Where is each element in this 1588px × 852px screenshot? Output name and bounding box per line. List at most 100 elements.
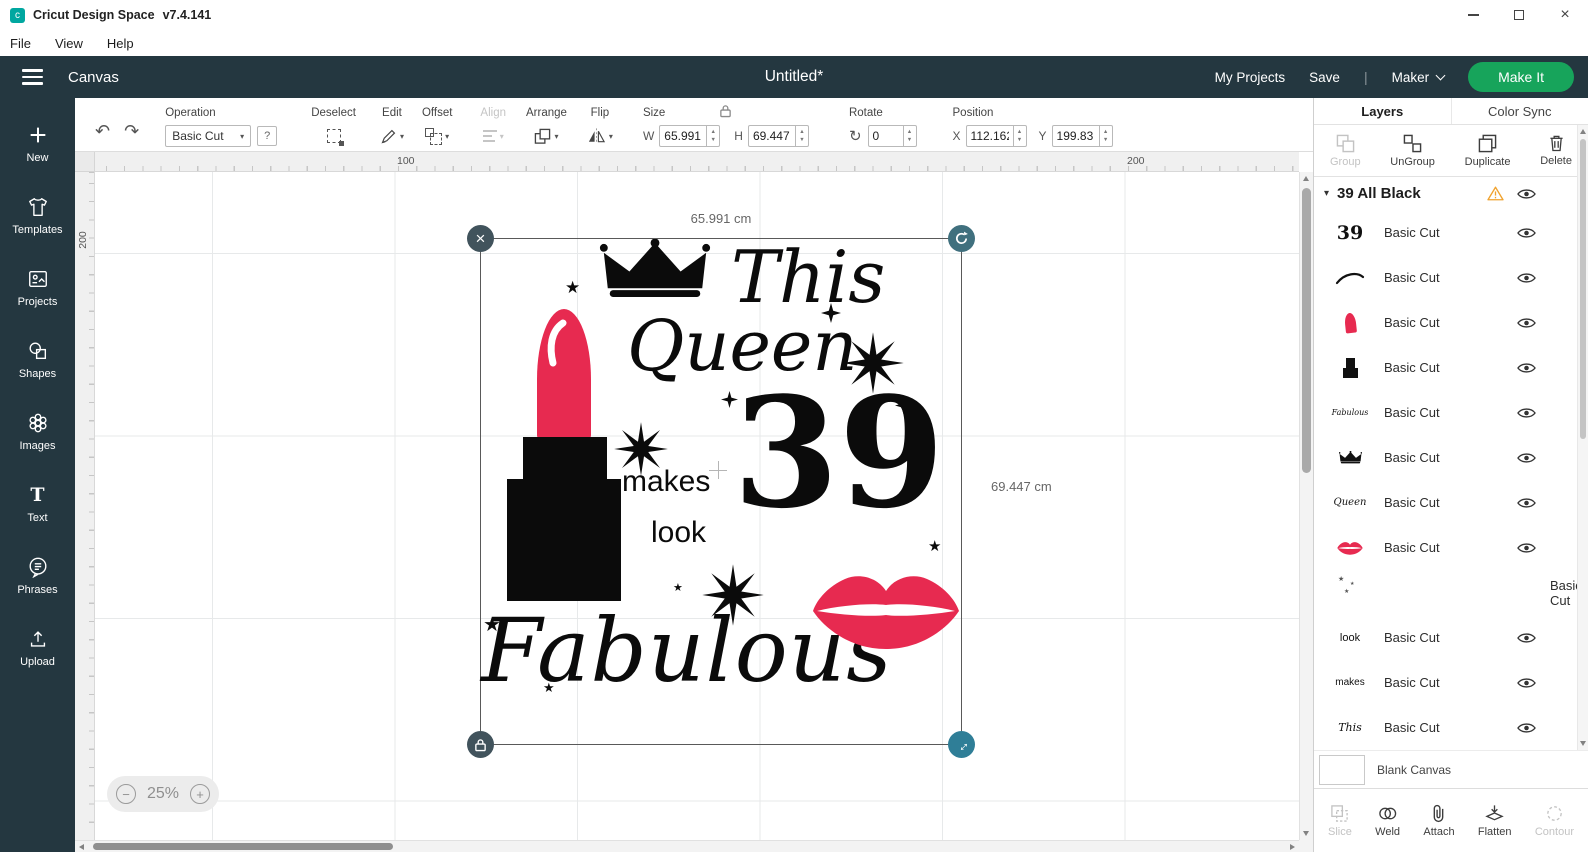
undo-button[interactable]: ↶ (95, 121, 110, 142)
visibility-eye-icon[interactable] (1517, 677, 1536, 689)
width-stepper[interactable]: ▲ ▼ (707, 125, 721, 147)
layer-row[interactable]: Queen Basic Cut (1314, 480, 1588, 525)
lock-icon[interactable] (719, 104, 732, 118)
layer-row[interactable]: Basic Cut (1314, 525, 1588, 570)
sidebar-item-shapes[interactable]: Shapes (0, 324, 75, 396)
layer-row[interactable]: makes Basic Cut (1314, 660, 1588, 705)
offset-button[interactable]: Offset ▾ (422, 107, 452, 147)
blank-canvas-row[interactable]: Blank Canvas (1314, 750, 1588, 788)
zoom-in-button[interactable]: + (190, 784, 210, 804)
layer-thumbnail-39: 39 (1336, 221, 1364, 244)
rotate-input[interactable] (867, 125, 904, 147)
visibility-eye-icon[interactable] (1517, 227, 1536, 239)
layer-thumbnail-makes: makes (1335, 677, 1365, 688)
help-button[interactable]: ? (257, 126, 278, 146)
save-link[interactable]: Save (1309, 70, 1340, 85)
deselect-button[interactable]: Deselect (311, 107, 356, 147)
layer-row[interactable]: 39 Basic Cut (1314, 210, 1588, 255)
height-input[interactable] (747, 125, 796, 147)
make-it-button[interactable]: Make It (1468, 62, 1574, 92)
visibility-eye-icon[interactable] (1517, 542, 1536, 554)
lock-handle[interactable] (467, 731, 494, 758)
menu-file[interactable]: File (10, 36, 31, 51)
layer-row[interactable]: Basic Cut (1314, 345, 1588, 390)
delete-handle[interactable]: × (467, 225, 494, 252)
layer-row[interactable]: ★ ★ ★ Basic Cut (1314, 570, 1588, 615)
visibility-eye-icon[interactable] (1517, 722, 1536, 734)
position-y-stepper[interactable]: ▲ ▼ (1099, 125, 1113, 147)
flatten-button[interactable]: Flatten (1478, 804, 1512, 838)
scroll-left-icon[interactable] (79, 843, 84, 850)
zoom-out-button[interactable]: − (116, 784, 136, 804)
sidebar-item-text[interactable]: T Text (0, 468, 75, 540)
visibility-eye-icon[interactable] (1517, 497, 1536, 509)
visibility-eye-icon[interactable] (1517, 188, 1536, 200)
panel-scroll-thumb[interactable] (1580, 139, 1586, 439)
minimize-button[interactable] (1450, 0, 1496, 30)
ungroup-button[interactable]: UnGroup (1390, 134, 1435, 168)
sidebar-item-upload[interactable]: Upload (0, 612, 75, 684)
close-button[interactable]: × (1542, 0, 1588, 30)
layer-row[interactable]: Basic Cut (1314, 300, 1588, 345)
sidebar-item-templates[interactable]: Templates (0, 180, 75, 252)
edit-button[interactable]: Edit ▾ (380, 107, 404, 147)
visibility-eye-icon[interactable] (1517, 452, 1536, 464)
layer-row[interactable]: This Basic Cut (1314, 705, 1588, 750)
warning-icon[interactable] (1487, 186, 1504, 201)
scroll-right-icon[interactable] (1290, 843, 1295, 850)
flip-button[interactable]: Flip ▾ (587, 107, 613, 147)
position-y-input[interactable] (1051, 125, 1100, 147)
horizontal-scrollbar[interactable] (75, 840, 1299, 852)
scroll-up-icon[interactable] (1303, 176, 1309, 181)
position-x-stepper[interactable]: ▲ ▼ (1013, 125, 1027, 147)
panel-scrollbar[interactable] (1577, 125, 1588, 750)
selection-bounding-box[interactable]: 65.991 cm 69.447 cm ★ ★ ★ ★ ★ This Queen… (467, 211, 1052, 758)
sidebar-item-projects[interactable]: Projects (0, 252, 75, 324)
operation-select[interactable]: Basic Cut ▾ (165, 125, 252, 147)
vertical-scrollbar[interactable] (1299, 172, 1313, 840)
rotate-stepper[interactable]: ▲ ▼ (903, 125, 917, 147)
sidebar-item-images[interactable]: Images (0, 396, 75, 468)
vertical-scroll-thumb[interactable] (1302, 188, 1311, 473)
group-icon (1336, 134, 1355, 152)
scroll-up-icon[interactable] (1580, 129, 1586, 134)
tab-layers[interactable]: Layers (1314, 98, 1451, 124)
my-projects-link[interactable]: My Projects (1215, 70, 1286, 85)
visibility-eye-icon[interactable] (1517, 317, 1536, 329)
collapse-caret-icon[interactable]: ▾ (1324, 188, 1329, 199)
scroll-down-icon[interactable] (1580, 741, 1586, 746)
scroll-down-icon[interactable] (1303, 831, 1309, 836)
menu-view[interactable]: View (55, 36, 83, 51)
visibility-eye-icon[interactable] (1517, 272, 1536, 284)
duplicate-button[interactable]: Duplicate (1465, 134, 1510, 168)
height-stepper[interactable]: ▲ ▼ (795, 125, 809, 147)
layer-row[interactable]: Basic Cut (1314, 255, 1588, 300)
layer-row[interactable]: look Basic Cut (1314, 615, 1588, 660)
ungroup-icon (1403, 134, 1422, 152)
maximize-button[interactable] (1496, 0, 1542, 30)
visibility-eye-icon[interactable] (1517, 362, 1536, 374)
canvas-color-swatch[interactable] (1319, 754, 1365, 785)
menu-help[interactable]: Help (107, 36, 134, 51)
tab-color-sync[interactable]: Color Sync (1450, 98, 1588, 124)
rotate-handle[interactable] (948, 225, 975, 252)
sidebar-item-phrases[interactable]: Phrases (0, 540, 75, 612)
layer-row[interactable]: Basic Cut (1314, 435, 1588, 480)
visibility-eye-icon[interactable] (1517, 407, 1536, 419)
visibility-eye-icon[interactable] (1517, 632, 1536, 644)
resize-handle[interactable]: ↔ (948, 731, 975, 758)
arrange-button[interactable]: Arrange ▾ (526, 107, 567, 147)
horizontal-scroll-thumb[interactable] (93, 843, 393, 850)
delete-button[interactable]: Delete (1540, 134, 1572, 167)
redo-button[interactable]: ↷ (124, 121, 139, 142)
layer-group-header[interactable]: ▾ 39 All Black (1314, 177, 1588, 210)
machine-select[interactable]: Maker (1392, 70, 1446, 85)
layer-row[interactable]: Fabulous Basic Cut (1314, 390, 1588, 435)
hamburger-menu-icon[interactable] (22, 69, 43, 85)
position-x-input[interactable] (965, 125, 1014, 147)
attach-button[interactable]: Attach (1423, 804, 1455, 838)
width-input[interactable] (659, 125, 708, 147)
weld-button[interactable]: Weld (1375, 804, 1400, 838)
canvas-viewport[interactable]: 65.991 cm 69.447 cm ★ ★ ★ ★ ★ This Queen… (95, 172, 1299, 840)
sidebar-item-new[interactable]: New (0, 108, 75, 180)
